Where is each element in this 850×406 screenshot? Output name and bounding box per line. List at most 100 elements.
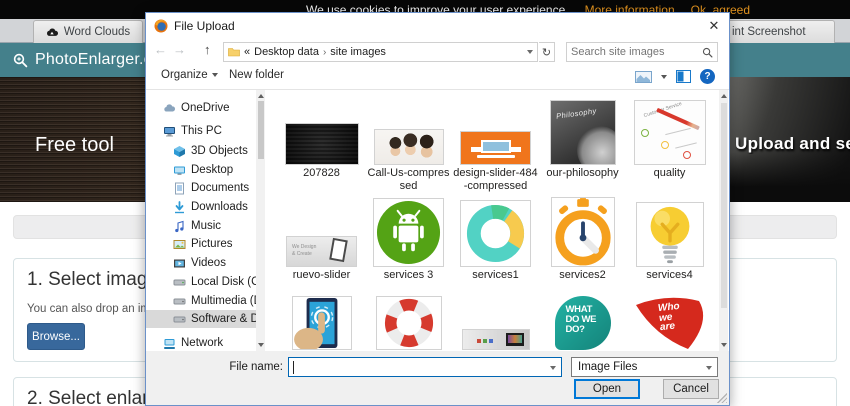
open-button[interactable]: Open <box>574 379 640 399</box>
file-grid-scrollbar[interactable] <box>719 90 728 351</box>
sidebar-label: Downloads <box>191 201 248 213</box>
refresh-button[interactable]: ↻ <box>539 42 555 62</box>
dialog-footer: File name: Image Files Open Cancel <box>146 351 729 405</box>
forward-icon[interactable]: → <box>173 42 186 57</box>
back-icon[interactable]: ← <box>154 42 167 57</box>
view-dropdown-icon[interactable] <box>661 75 667 79</box>
sidebar-scrollbar[interactable] <box>256 90 265 351</box>
refresh-icon: ↻ <box>542 46 551 59</box>
file-type-select[interactable]: Image Files <box>571 357 718 377</box>
file-item[interactable]: WHAT DO WE DO? <box>539 293 626 350</box>
file-label: design-slider-484 -compressed <box>453 165 537 191</box>
organize-menu[interactable]: Organize <box>161 69 218 81</box>
file-label: services1 <box>472 267 518 293</box>
file-item[interactable]: Call-Us-compres sed <box>365 90 452 191</box>
onedrive-icon <box>163 102 176 115</box>
file-item[interactable] <box>452 293 539 350</box>
file-item[interactable]: services 3 <box>365 191 452 293</box>
sidebar-item-documents[interactable]: Documents <box>146 179 256 197</box>
file-item[interactable] <box>365 293 452 350</box>
sidebar-label: Documents <box>191 182 249 194</box>
file-item[interactable]: design-slider-484 -compressed <box>452 90 539 191</box>
sidebar-item-this-pc[interactable]: This PC <box>146 122 256 140</box>
file-item[interactable]: Philosophy our-philosophy <box>539 90 626 191</box>
file-item[interactable]: services1 <box>452 191 539 293</box>
tab-screenshot-label: int Screenshot <box>732 26 806 38</box>
file-item[interactable]: Who we are <box>626 293 713 350</box>
file-thumbnail <box>551 197 615 267</box>
file-thumbnail <box>373 198 444 267</box>
file-item[interactable] <box>278 293 365 350</box>
file-thumbnail <box>460 200 531 267</box>
close-icon[interactable]: ✕ <box>705 17 723 35</box>
file-upload-dialog: File Upload ✕ ← → ↑ « Desktop data › sit… <box>145 12 730 406</box>
file-item[interactable]: 207828 <box>278 90 365 191</box>
search-input[interactable] <box>571 46 702 58</box>
network-icon <box>163 337 176 350</box>
up-icon[interactable]: ↑ <box>204 42 211 57</box>
breadcrumb-folder[interactable]: Desktop data <box>254 46 319 58</box>
file-item[interactable]: services2 <box>539 191 626 293</box>
file-grid-scrollbar-thumb[interactable] <box>721 103 727 308</box>
desktop-icon <box>173 164 186 177</box>
scroll-up-icon[interactable] <box>258 94 264 98</box>
scroll-down-icon[interactable] <box>258 343 264 347</box>
sidebar-item-3d-objects[interactable]: 3D Objects <box>146 142 256 160</box>
hero-caption-left: Free tool <box>35 134 114 157</box>
file-thumbnail <box>285 123 359 165</box>
scroll-up-icon[interactable] <box>721 94 727 98</box>
sidebar-item-onedrive[interactable]: OneDrive <box>146 99 256 117</box>
organize-caret-icon <box>212 73 218 77</box>
search-box[interactable] <box>566 42 718 62</box>
drive-icon <box>173 313 186 326</box>
thumbnail-view-icon[interactable] <box>635 70 652 84</box>
breadcrumb-overflow[interactable]: « <box>244 46 250 58</box>
file-item[interactable]: We Design & Create ruevo-slider <box>278 191 365 293</box>
file-thumbnail: Philosophy <box>550 100 616 165</box>
file-thumbnail: Who we are <box>633 296 707 350</box>
cancel-button[interactable]: Cancel <box>663 379 719 399</box>
sidebar-item-multimedia-d[interactable]: Multimedia (D:) <box>146 292 256 310</box>
browse-button[interactable]: Browse... <box>27 323 85 350</box>
sidebar-item-local-disk-c[interactable]: Local Disk (C:) <box>146 273 256 291</box>
sidebar-label: Desktop <box>191 164 233 176</box>
sidebar-item-music[interactable]: Music <box>146 217 256 235</box>
sidebar-label: Software & Docu <box>191 313 256 325</box>
scroll-down-icon[interactable] <box>721 343 727 347</box>
address-dropdown-icon[interactable] <box>527 50 533 54</box>
file-label: quality <box>654 165 686 191</box>
navigation-pane: OneDrive This PC 3D Objects Desktop Docu… <box>146 90 256 351</box>
breadcrumb-chevron-icon: › <box>323 47 326 58</box>
downloads-icon <box>173 201 186 214</box>
breadcrumb-current-folder[interactable]: site images <box>330 46 386 58</box>
thumbnail-text: WHAT DO WE DO? <box>566 305 597 335</box>
tab-word-clouds[interactable]: Word Clouds <box>33 20 143 43</box>
help-icon[interactable]: ? <box>700 69 715 84</box>
sidebar-label: Pictures <box>191 238 233 250</box>
sidebar-label: This PC <box>181 125 222 137</box>
sidebar-item-videos[interactable]: Videos <box>146 254 256 272</box>
videos-icon <box>173 257 186 270</box>
address-bar[interactable]: « Desktop data › site images <box>223 42 538 62</box>
file-name-label: File name: <box>186 361 283 373</box>
file-thumbnail <box>376 296 442 350</box>
sidebar-item-desktop[interactable]: Desktop <box>146 161 256 179</box>
sidebar-scrollbar-thumb[interactable] <box>258 101 264 159</box>
preview-pane-icon[interactable] <box>676 70 691 83</box>
sidebar-label: Videos <box>191 257 226 269</box>
sidebar-item-network[interactable]: Network <box>146 334 256 351</box>
new-folder-button[interactable]: New folder <box>229 69 284 81</box>
sidebar-item-pictures[interactable]: Pictures <box>146 235 256 253</box>
sidebar-item-software-docs[interactable]: Software & Docu <box>146 310 256 328</box>
file-item[interactable]: services4 <box>626 191 713 293</box>
thumbnail-text: Who we are <box>657 302 682 333</box>
file-name-dropdown-icon[interactable] <box>550 366 556 370</box>
sidebar-item-downloads[interactable]: Downloads <box>146 198 256 216</box>
thumbnail-text: Philosophy <box>555 106 597 121</box>
file-item[interactable]: Customer Service quality <box>626 90 713 191</box>
resize-grip[interactable] <box>717 393 727 403</box>
dialog-navbar: ← → ↑ « Desktop data › site images ↻ <box>146 40 729 64</box>
dialog-titlebar[interactable]: File Upload ✕ <box>146 13 729 39</box>
file-name-input[interactable] <box>288 357 562 377</box>
dialog-toolbar: Organize New folder ? <box>146 66 729 88</box>
